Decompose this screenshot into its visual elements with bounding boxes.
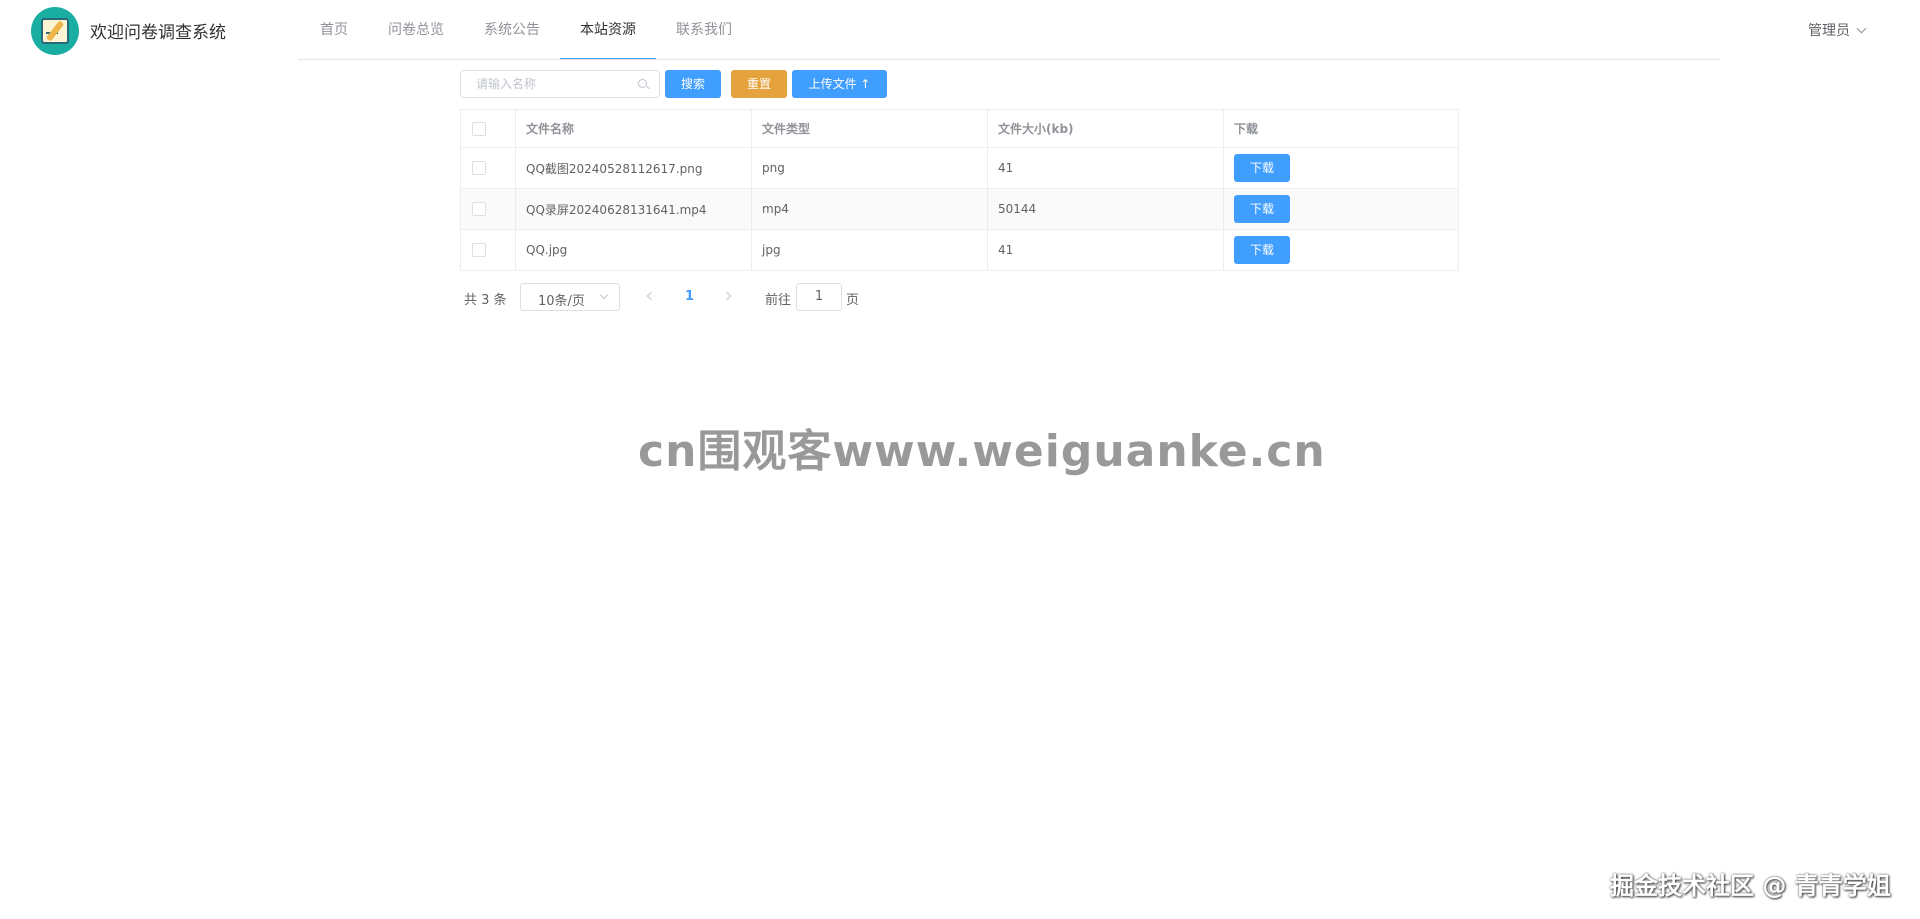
table-row: QQ录屏20240628131641.mp4 mp4 50144 下载 [460, 188, 1459, 230]
nav-divider [298, 59, 1720, 60]
nav-item-home[interactable]: 首页 [300, 0, 368, 60]
column-header-size: 文件大小(kb) [987, 109, 1224, 148]
search-input[interactable] [461, 71, 631, 97]
corner-watermark: 掘金技术社区 @ 青青学姐 [1610, 872, 1891, 900]
app-logo [31, 7, 79, 55]
search-box [460, 70, 660, 98]
app-title: 欢迎问卷调查系统 [90, 23, 226, 43]
table-header-row: 文件名称 文件类型 文件大小(kb) 下载 [460, 109, 1459, 148]
goto-suffix: 页 [846, 293, 860, 308]
page-size-select[interactable]: 10条/页 [520, 283, 620, 311]
page-number-current[interactable]: 1 [685, 289, 694, 304]
file-size-cell: 41 [987, 147, 1224, 189]
search-icon [638, 79, 647, 88]
table-row: QQ截图20240528112617.png png 41 下载 [460, 147, 1459, 189]
page-size-value: 10条/页 [538, 294, 585, 309]
search-button[interactable]: 搜索 [665, 70, 721, 98]
next-page-icon[interactable] [722, 291, 732, 301]
row-checkbox[interactable] [472, 243, 486, 258]
goto-page-input[interactable]: 1 [796, 283, 842, 311]
file-type-cell: png [751, 147, 988, 189]
select-all-checkbox[interactable] [472, 121, 486, 136]
file-name-cell: QQ.jpg [515, 229, 752, 271]
top-header: 欢迎问卷调查系统 首页 问卷总览 系统公告 本站资源 联系我们 管理员 [0, 0, 1920, 60]
center-watermark: cn围观客www.weiguanke.cn [638, 426, 1326, 477]
column-header-name: 文件名称 [515, 109, 752, 148]
chevron-down-icon [1856, 23, 1867, 34]
file-type-cell: jpg [751, 229, 988, 271]
download-button[interactable]: 下载 [1234, 236, 1290, 264]
file-name-cell: QQ截图20240528112617.png [515, 147, 752, 189]
pagination-total: 共 3 条 [464, 293, 507, 308]
user-name: 管理员 [1808, 23, 1850, 39]
download-button[interactable]: 下载 [1234, 154, 1290, 182]
file-name-cell: QQ录屏20240628131641.mp4 [515, 188, 752, 230]
row-checkbox[interactable] [472, 161, 486, 176]
nav-item-contact[interactable]: 联系我们 [656, 0, 752, 60]
upload-file-button[interactable]: 上传文件 ↑ [792, 70, 887, 98]
goto-label: 前往 [765, 293, 792, 308]
nav-item-announcements[interactable]: 系统公告 [464, 0, 560, 60]
table-row: QQ.jpg jpg 41 下载 [460, 229, 1459, 271]
main-nav: 首页 问卷总览 系统公告 本站资源 联系我们 [300, 0, 752, 60]
file-type-cell: mp4 [751, 188, 988, 230]
column-header-download: 下载 [1223, 109, 1459, 148]
file-size-cell: 50144 [987, 188, 1224, 230]
resource-table: 文件名称 文件类型 文件大小(kb) 下载 QQ截图20240528112617… [460, 109, 1459, 271]
file-size-cell: 41 [987, 229, 1224, 271]
column-header-type: 文件类型 [751, 109, 988, 148]
user-menu[interactable]: 管理员 [1808, 20, 1867, 40]
chevron-down-icon [599, 290, 609, 300]
nav-item-survey-overview[interactable]: 问卷总览 [368, 0, 464, 60]
prev-page-icon[interactable] [646, 291, 656, 301]
row-checkbox[interactable] [472, 202, 486, 217]
reset-button[interactable]: 重置 [731, 70, 787, 98]
download-button[interactable]: 下载 [1234, 195, 1290, 223]
nav-item-site-resources[interactable]: 本站资源 [560, 0, 656, 60]
